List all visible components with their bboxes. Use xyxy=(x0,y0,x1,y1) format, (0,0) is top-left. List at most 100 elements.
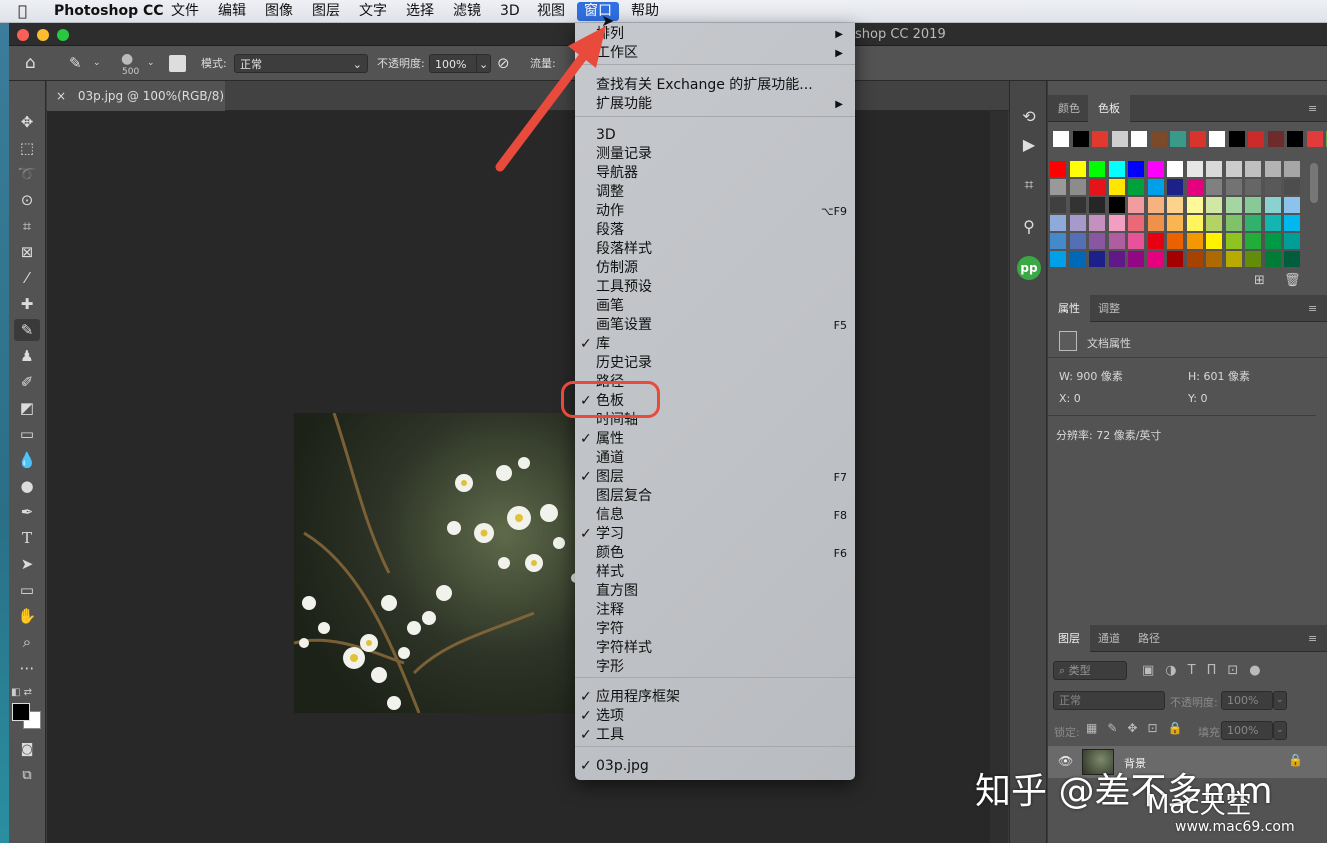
swatch[interactable] xyxy=(1167,251,1183,267)
swatch[interactable] xyxy=(1089,179,1105,195)
swatch[interactable] xyxy=(1206,161,1222,177)
plugin-pp-icon[interactable]: pp xyxy=(1017,256,1041,280)
swatch[interactable] xyxy=(1264,233,1281,249)
swatch[interactable] xyxy=(1284,215,1300,231)
stamp-tool-icon[interactable]: ♟ xyxy=(14,345,40,367)
menu-item-35[interactable]: ✓ 选项 xyxy=(575,707,855,726)
swatch[interactable] xyxy=(1287,131,1303,147)
menu-item-13[interactable]: 工具预设 xyxy=(575,278,855,297)
tab-channels[interactable]: 通道 xyxy=(1088,625,1130,652)
tab-properties[interactable]: 属性 xyxy=(1048,295,1090,322)
swatch[interactable] xyxy=(1167,161,1183,177)
swatch[interactable] xyxy=(1147,251,1164,267)
swatch[interactable] xyxy=(1108,251,1125,267)
menu-item-14[interactable]: 画笔 xyxy=(575,297,855,316)
app-menu[interactable]: Photoshop CC xyxy=(54,2,164,21)
swatch[interactable] xyxy=(1089,161,1105,177)
swatch[interactable] xyxy=(1147,233,1164,249)
swatch[interactable] xyxy=(1147,161,1164,177)
menu-item-34[interactable]: ✓ 应用程序框架 xyxy=(575,688,855,707)
brush-tool-icon[interactable]: ✎ xyxy=(14,319,40,341)
brush-tool-icon[interactable]: ✎ xyxy=(69,54,82,73)
menu-image[interactable]: 图像 xyxy=(265,2,293,21)
swatch[interactable] xyxy=(1264,251,1281,267)
swatch[interactable] xyxy=(1264,179,1281,195)
menu-item-30[interactable]: 注释 xyxy=(575,601,855,620)
menu-file[interactable]: 文件 xyxy=(171,2,199,21)
swatch[interactable] xyxy=(1069,197,1086,213)
swatch[interactable] xyxy=(1186,233,1203,249)
crop-tool-icon[interactable]: ⌗ xyxy=(14,215,40,237)
zoom-tool-icon[interactable]: ⌕ xyxy=(14,631,40,653)
swatch[interactable] xyxy=(1206,179,1222,195)
swatch[interactable] xyxy=(1167,233,1183,249)
minimize-window-button[interactable] xyxy=(37,29,49,41)
swatch[interactable] xyxy=(1206,233,1222,249)
blur-tool-icon[interactable]: 💧 xyxy=(14,449,40,471)
swatch[interactable] xyxy=(1225,215,1242,231)
menu-item-23[interactable]: ✓ 图层 F7 xyxy=(575,468,855,487)
eyedropper-tool-icon[interactable]: ⁄ xyxy=(14,267,40,289)
swatch[interactable] xyxy=(1108,161,1125,177)
swatch[interactable] xyxy=(1089,251,1105,267)
tab-paths[interactable]: 路径 xyxy=(1128,625,1170,652)
swatch[interactable] xyxy=(1128,197,1144,213)
swatch[interactable] xyxy=(1186,179,1203,195)
swatch[interactable] xyxy=(1147,179,1164,195)
swatch[interactable] xyxy=(1284,233,1300,249)
menu-item-8[interactable]: 调整 xyxy=(575,183,855,202)
quick-select-tool-icon[interactable]: ⊙ xyxy=(14,189,40,211)
lock-icons[interactable]: ▦✎✥⊡🔒 xyxy=(1086,721,1192,735)
swatch[interactable] xyxy=(1053,131,1069,147)
swatch[interactable] xyxy=(1131,131,1147,147)
swatch[interactable] xyxy=(1050,233,1066,249)
swatch[interactable] xyxy=(1108,233,1125,249)
swatch[interactable] xyxy=(1264,215,1281,231)
swatch[interactable] xyxy=(1050,215,1066,231)
menu-item-24[interactable]: 图层复合 xyxy=(575,487,855,506)
swatch[interactable] xyxy=(1089,233,1105,249)
swatch[interactable] xyxy=(1267,131,1284,147)
menu-item-29[interactable]: 直方图 xyxy=(575,582,855,601)
swatch[interactable] xyxy=(1225,233,1242,249)
swatch[interactable] xyxy=(1128,233,1144,249)
swatch[interactable] xyxy=(1245,233,1261,249)
lasso-tool-icon[interactable]: ➰ xyxy=(14,163,40,185)
swatch[interactable] xyxy=(1128,161,1144,177)
delete-swatch-icon[interactable]: 🗑 xyxy=(1284,273,1301,288)
play-actions-icon[interactable]: ▶ xyxy=(1015,133,1043,157)
tab-swatches[interactable]: 色板 xyxy=(1088,95,1130,122)
menu-item-28[interactable]: 样式 xyxy=(575,563,855,582)
swatch[interactable] xyxy=(1186,161,1203,177)
swatch[interactable] xyxy=(1225,197,1242,213)
swatch[interactable] xyxy=(1264,197,1281,213)
canvas-scrollbar[interactable] xyxy=(990,111,1008,843)
history-icon[interactable]: ⟲ xyxy=(1015,105,1043,129)
home-icon[interactable]: ⌂ xyxy=(25,54,36,73)
menu-type[interactable]: 文字 xyxy=(359,2,387,21)
swatch[interactable] xyxy=(1206,215,1222,231)
marquee-tool-icon[interactable]: ⬚ xyxy=(14,137,40,159)
menu-view[interactable]: 视图 xyxy=(537,2,565,21)
swatch[interactable] xyxy=(1069,251,1086,267)
swatch[interactable] xyxy=(1069,161,1086,177)
blend-mode-select[interactable]: 正常 xyxy=(1053,691,1165,710)
menu-item-22[interactable]: 通道 xyxy=(575,449,855,468)
brush-panel-icon[interactable]: ⚲ xyxy=(1015,215,1043,239)
swatch[interactable] xyxy=(1050,251,1066,267)
menu-item-37[interactable]: ✓ 03p.jpg xyxy=(575,757,855,776)
swatch[interactable] xyxy=(1147,215,1164,231)
swatch[interactable] xyxy=(1092,131,1108,147)
menu-select[interactable]: 选择 xyxy=(406,2,434,21)
new-swatch-icon[interactable]: ⊞ xyxy=(1254,273,1265,288)
swatch[interactable] xyxy=(1245,161,1261,177)
panel-menu-icon[interactable]: ≡ xyxy=(1308,625,1317,652)
menu-edit[interactable]: 编辑 xyxy=(218,2,246,21)
layer-filter-select[interactable]: ⌕ 类型 xyxy=(1053,661,1127,680)
swatch[interactable] xyxy=(1108,215,1125,231)
swatch[interactable] xyxy=(1089,197,1105,213)
menu-item-15[interactable]: 画笔设置 F5 xyxy=(575,316,855,335)
chevron-down-icon[interactable]: ⌄ xyxy=(147,54,155,73)
swatch[interactable] xyxy=(1128,179,1144,195)
swatch[interactable] xyxy=(1206,197,1222,213)
